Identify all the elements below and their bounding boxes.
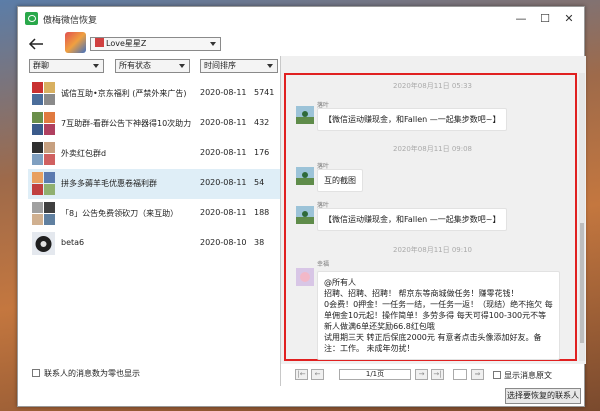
sort-dropdown[interactable]: 时间排序 <box>200 59 278 73</box>
group-avatar <box>32 82 55 105</box>
group-avatar <box>32 172 55 195</box>
message-bubble[interactable]: 【微信运动赚现金，和Fallen —一起集步数吧~】 <box>317 108 508 131</box>
conversation-name: 「8」公告免费领砍刀（来互助） <box>61 209 179 218</box>
app-window: 傲梅微信恢复 — ☐ ✕ Love星星Z 群聊 所有状态 时间排序 诚信互助•京… <box>17 6 586 407</box>
message-count: 176 <box>254 148 270 157</box>
message-sender: 幸福 <box>317 261 330 268</box>
conversation-name: beta6 <box>61 238 85 247</box>
maximize-button[interactable]: ☐ <box>534 10 556 27</box>
conversation-date: 2020-08-11 <box>200 118 247 127</box>
scrollbar-thumb[interactable] <box>580 223 584 343</box>
close-button[interactable]: ✕ <box>558 10 580 27</box>
message-bubble[interactable]: @所有人 招聘、招聘、招聘！ 帮京东等商城做任务！赚零花钱！ 0会费！0押金！一… <box>317 271 560 360</box>
conversation-name: 7互助群-看群公告下神器得10次助力 <box>61 119 191 128</box>
show-zero-count-checkbox[interactable] <box>32 369 40 377</box>
conversation-row[interactable]: 诚信互助•京东福利 (严禁外来广告) 2020-08-11 5741 <box>28 79 280 109</box>
group-avatar <box>32 142 55 165</box>
sort-value: 时间排序 <box>204 61 236 70</box>
message-count: 38 <box>254 238 265 247</box>
app-title: 傲梅微信恢复 <box>43 16 98 26</box>
message-count: 432 <box>254 118 270 127</box>
select-contacts-button[interactable]: 选择要恢复的联系人 <box>505 388 581 404</box>
message-timestamp: 2020年08月11日 09:10 <box>392 246 473 254</box>
next-page-button[interactable]: → <box>415 369 428 380</box>
jump-button[interactable]: ⇒ <box>471 369 484 380</box>
conversation-date: 2020-08-11 <box>200 178 247 187</box>
conversation-name: 拼多多薅羊毛优惠卷福利群 <box>61 179 157 188</box>
conversation-date: 2020-08-11 <box>200 208 247 217</box>
message-scrollbar[interactable] <box>579 73 585 361</box>
type-filter-value: 群聊 <box>33 61 49 70</box>
conversation-name: 外卖红包群d <box>61 149 107 158</box>
first-page-button[interactable]: |← <box>295 369 308 380</box>
message-bubble[interactable]: 【微信运动赚现金，和Fallen —一起集步数吧~】 <box>317 208 508 231</box>
show-original-label: 显示消息原文 <box>504 371 552 380</box>
type-filter-dropdown[interactable]: 群聊 <box>29 59 104 73</box>
conversation-row[interactable]: 「8」公告免费领砍刀（来互助） 2020-08-11 188 <box>28 199 280 229</box>
sender-avatar <box>296 167 314 185</box>
chevron-down-icon <box>210 42 216 46</box>
conversation-row[interactable]: 7互助群-看群公告下神器得10次助力 2020-08-11 432 <box>28 109 280 139</box>
minimize-button[interactable]: — <box>510 10 532 27</box>
conversation-row-selected[interactable]: 拼多多薅羊毛优惠卷福利群 2020-08-11 54 <box>28 169 280 199</box>
message-view-highlight: 2020年08月11日 05:33 落叶 【微信运动赚现金，和Fallen —一… <box>284 73 577 361</box>
account-mini-avatar <box>95 38 104 47</box>
group-avatar <box>32 202 55 225</box>
conversation-date: 2020-08-10 <box>200 238 247 247</box>
group-avatar <box>32 112 55 135</box>
sender-avatar <box>296 106 314 124</box>
show-original-checkbox[interactable] <box>493 371 501 379</box>
status-filter-value: 所有状态 <box>119 61 151 70</box>
conversation-list: 诚信互助•京东福利 (严禁外来广告) 2020-08-11 5741 7互助群-… <box>28 79 280 304</box>
back-arrow-icon[interactable] <box>28 37 44 51</box>
conversation-date: 2020-08-11 <box>200 88 247 97</box>
show-zero-count-label: 联系人的消息数为零也显示 <box>44 369 140 378</box>
account-avatar <box>65 32 86 53</box>
jump-page-input[interactable] <box>453 369 467 380</box>
chevron-down-icon <box>179 64 185 68</box>
left-footer: 联系人的消息数为零也显示 <box>28 367 280 381</box>
contact-avatar <box>32 232 55 255</box>
conversation-panel: 群聊 所有状态 时间排序 诚信互助•京东福利 (严禁外来广告) 2020-08-… <box>28 56 280 386</box>
chevron-down-icon <box>93 64 99 68</box>
conversation-row[interactable]: beta6 2020-08-10 38 <box>28 229 280 259</box>
message-count: 5741 <box>254 88 275 97</box>
status-filter-dropdown[interactable]: 所有状态 <box>115 59 190 73</box>
sender-avatar <box>296 206 314 224</box>
conversation-date: 2020-08-11 <box>200 148 247 157</box>
sender-avatar <box>296 268 314 286</box>
pagination: |← ← 1/1页 → →| ⇒ 显示消息原文 <box>281 366 586 382</box>
message-timestamp: 2020年08月11日 09:08 <box>392 145 473 153</box>
message-count: 54 <box>254 178 265 187</box>
message-timestamp: 2020年08月11日 05:33 <box>392 82 473 90</box>
message-count: 188 <box>254 208 270 217</box>
conversation-name: 诚信互助•京东福利 (严禁外来广告) <box>61 89 187 98</box>
message-bubble[interactable]: 互的截图 <box>317 169 363 192</box>
prev-page-button[interactable]: ← <box>311 369 324 380</box>
conversation-row[interactable]: 外卖红包群d 2020-08-11 176 <box>28 139 280 169</box>
account-name: Love星星Z <box>106 39 147 48</box>
app-logo-icon <box>25 12 38 25</box>
account-dropdown[interactable]: Love星星Z <box>90 37 221 51</box>
last-page-button[interactable]: →| <box>431 369 444 380</box>
filter-bar: 群聊 所有状态 时间排序 <box>28 59 280 75</box>
title-bar: 傲梅微信恢复 — ☐ ✕ <box>18 7 584 31</box>
page-indicator[interactable]: 1/1页 <box>339 369 411 380</box>
chevron-down-icon <box>267 64 273 68</box>
message-panel: 2020年08月11日 05:33 落叶 【微信运动赚现金，和Fallen —一… <box>281 56 586 364</box>
